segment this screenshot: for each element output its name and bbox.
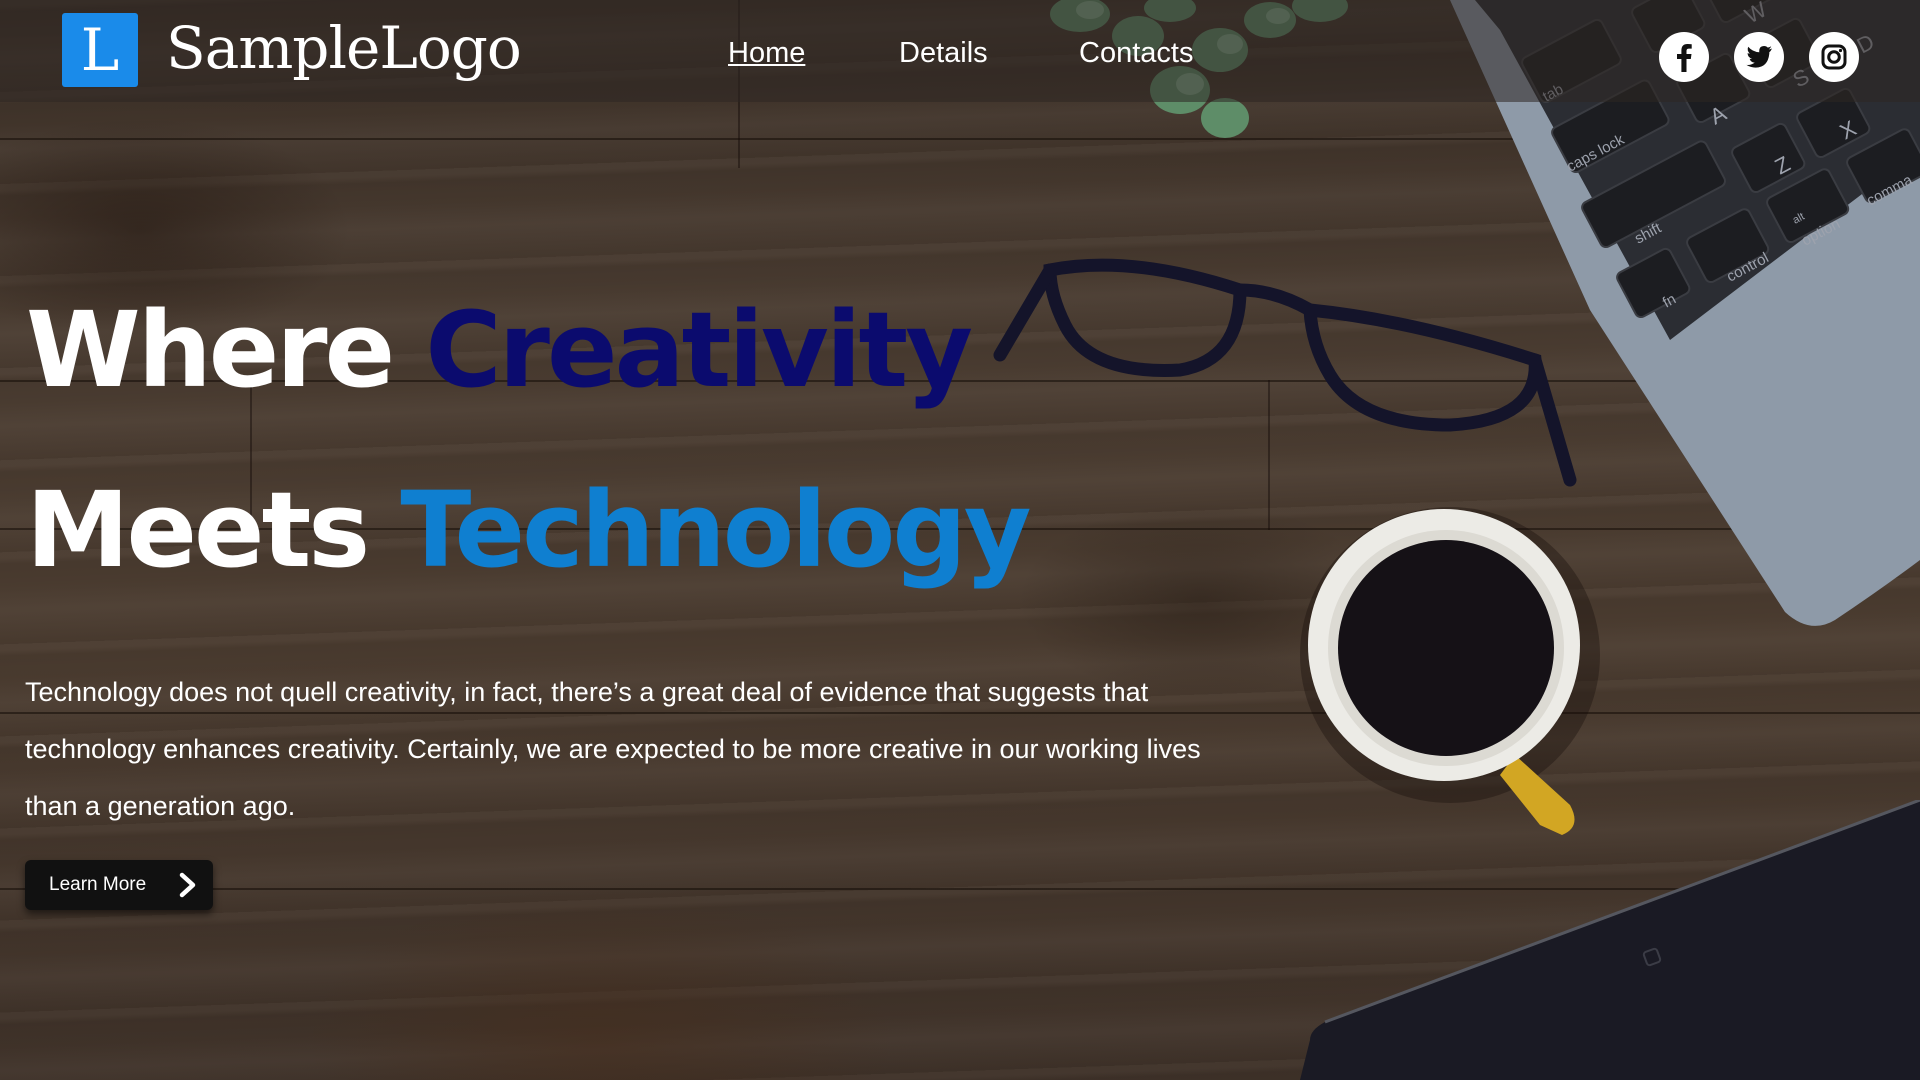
nav-link-details[interactable]: Details <box>899 33 988 73</box>
hero-heading-line-1: Where Creativity <box>26 285 973 415</box>
coffee-cup-image <box>1300 507 1600 835</box>
hero-word-creativity: Creativity <box>425 289 973 411</box>
hero-word-technology: Technology <box>400 469 1031 591</box>
hero-word-meets: Meets <box>26 469 370 591</box>
instagram-icon[interactable] <box>1809 32 1859 82</box>
hero-heading-line-2: Meets Technology <box>26 465 1032 595</box>
logo-text[interactable]: SampleLogo <box>166 10 522 86</box>
learn-more-label: Learn More <box>49 874 147 895</box>
top-navigation-bar: L SampleLogo Home Details Contacts <box>0 0 1920 102</box>
hero-word-where: Where <box>26 289 395 411</box>
hero-description-line: than a generation ago. <box>25 791 296 821</box>
twitter-icon[interactable] <box>1734 32 1784 82</box>
hero-description-line: Technology does not quell creativity, in… <box>25 677 1149 707</box>
learn-more-button[interactable]: Learn More <box>25 860 213 910</box>
nav-link-contacts[interactable]: Contacts <box>1079 33 1193 73</box>
hero-description-line: technology enhances creativity. Certainl… <box>25 734 1201 764</box>
glasses-image <box>993 258 1577 487</box>
facebook-icon[interactable] <box>1659 32 1709 82</box>
nav-link-home[interactable]: Home <box>728 33 805 73</box>
page-background: tab caps lock A S D W Z X shift fn contr… <box>0 0 1920 1080</box>
tablet-image <box>1300 800 1920 1080</box>
chevron-right-icon <box>179 872 196 898</box>
logo-icon[interactable]: L <box>62 13 138 87</box>
logo-letter: L <box>80 16 120 84</box>
hero-description: Technology does not quell creativity, in… <box>25 664 1315 835</box>
